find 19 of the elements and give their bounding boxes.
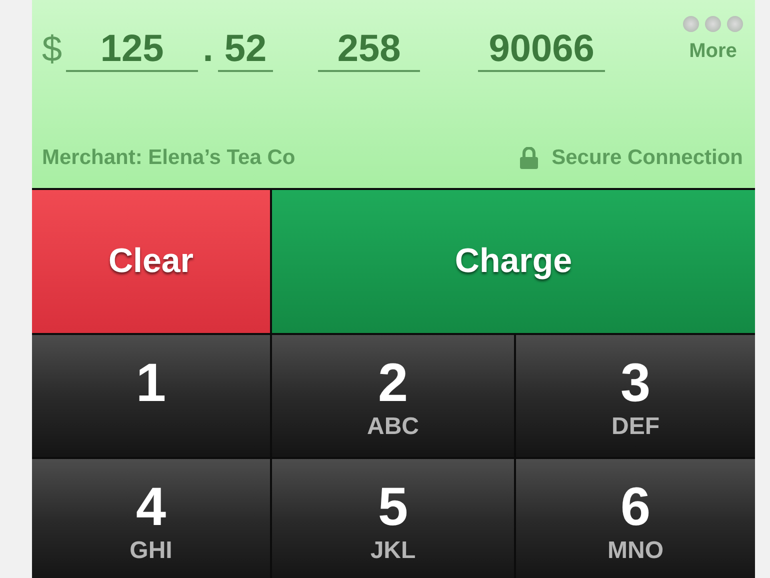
- more-dots-icon: [683, 16, 743, 32]
- keypad-key[interactable]: 4 GHI: [32, 459, 270, 578]
- input-field[interactable]: 125: [66, 28, 198, 72]
- currency-sign: $: [42, 28, 62, 70]
- keypad-key[interactable]: 1: [32, 335, 270, 457]
- input-field[interactable]: 258: [318, 28, 420, 72]
- clear-button[interactable]: Clear: [32, 190, 270, 333]
- input-field[interactable]: 90066: [478, 28, 606, 72]
- merchant-label: Merchant: Elena’s Tea Co: [42, 146, 296, 170]
- secure-connection-label: Secure Connection: [552, 146, 743, 170]
- charge-button[interactable]: Charge: [272, 190, 755, 333]
- more-button[interactable]: More: [683, 16, 743, 63]
- decimal-point: .: [202, 28, 214, 70]
- keypad-key[interactable]: 3 DEF: [516, 335, 755, 457]
- lock-icon: [520, 147, 538, 169]
- keypad-key[interactable]: 2 ABC: [272, 335, 514, 457]
- keypad-key[interactable]: 6 MNO: [516, 459, 755, 578]
- keypad-key[interactable]: 5 JKL: [272, 459, 514, 578]
- input-field[interactable]: 52: [218, 28, 274, 72]
